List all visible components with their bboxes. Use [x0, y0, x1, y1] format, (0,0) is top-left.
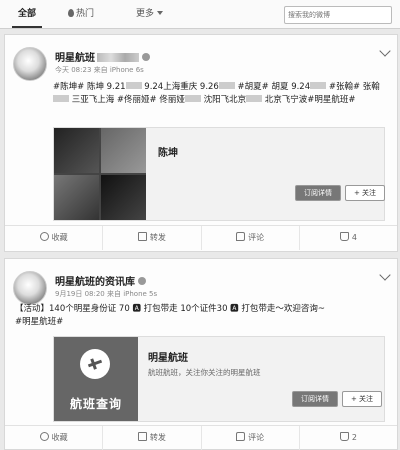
search-box[interactable]: [284, 6, 392, 24]
tab-hot[interactable]: 热门: [68, 0, 94, 28]
like-count: 2: [351, 433, 357, 442]
image-caption: 航班查询: [69, 397, 122, 411]
follow-button[interactable]: + 关注: [345, 185, 385, 201]
star-icon: [39, 232, 49, 241]
text-part: 沈阳飞北京: [203, 95, 247, 105]
text-part: 9.24上海重庆 9.26: [144, 82, 219, 92]
preview-description: 航班航班，关注你关注的明星航班: [148, 368, 261, 377]
blur-mark: [246, 95, 263, 102]
blur-mark: [184, 95, 201, 102]
blur-mark: [218, 82, 235, 89]
text-part: #胡夏# 胡夏 9.24: [237, 82, 311, 92]
verified-icon: [138, 277, 146, 285]
action-bar: 收藏 转发 评论 2: [5, 425, 397, 450]
caret-down-icon: [157, 11, 164, 15]
photo-tile: [54, 175, 99, 220]
post-text: 【活动】140个明星身份证 70 🅰 打包带走 10个证件30 🅰 打包带走～欢…: [15, 303, 385, 329]
airplane-icon: [87, 359, 103, 368]
forward-label: 转发: [149, 233, 166, 242]
verified-icon: [142, 53, 150, 61]
tab-more[interactable]: 更多: [136, 0, 164, 28]
forward-label: 转发: [149, 433, 166, 442]
text-part: 三亚飞上海 #佟丽娅# 佟丽娅: [71, 95, 185, 105]
post-text: #陈坤# 陈坤 9.21 9.24上海重庆 9.26 #胡夏# 胡夏 9.24 …: [53, 81, 385, 107]
share-icon: [137, 232, 147, 241]
follow-button[interactable]: + 关注: [342, 391, 382, 407]
favorite-button[interactable]: 收藏: [5, 426, 104, 450]
blurred-name: [97, 53, 139, 62]
hashtag-link[interactable]: 北京飞宁波#明星航班#: [265, 95, 356, 105]
detail-button[interactable]: 订阅详情: [295, 185, 341, 201]
username-text: 明星航班: [55, 53, 95, 64]
favorite-label: 收藏: [51, 233, 68, 242]
username-text: 明星航班的资讯库: [55, 277, 135, 288]
preview-title: 明星航班: [148, 353, 188, 364]
post-meta: 今天 08:23 来自 iPhone 6s: [55, 66, 144, 74]
post-text-line: 【活动】140个明星身份证 70 🅰 打包带走 10个证件30 🅰 打包带走～欢…: [15, 304, 326, 314]
comment-icon: [236, 432, 246, 441]
forward-button[interactable]: 转发: [103, 426, 202, 450]
comment-icon: [236, 232, 246, 241]
like-button[interactable]: 4: [300, 226, 397, 250]
preview-title: 陈坤: [158, 148, 178, 159]
post-meta: 9月19日 08:20 来自 iPhone 5s: [55, 290, 158, 298]
favorite-label: 收藏: [51, 433, 68, 442]
comment-label: 评论: [248, 233, 265, 242]
search-input[interactable]: [285, 7, 391, 23]
text-part: #张翰# 张翰: [328, 82, 380, 92]
favorite-button[interactable]: 收藏: [5, 226, 104, 250]
post-username[interactable]: 明星航班: [55, 49, 150, 64]
thumbs-up-icon: [339, 232, 349, 241]
comment-button[interactable]: 评论: [202, 226, 300, 250]
like-button[interactable]: 2: [300, 426, 397, 450]
plane-badge: [80, 349, 110, 379]
hashtag-link[interactable]: #明星航班#: [15, 316, 385, 329]
share-icon: [137, 432, 147, 441]
photo-tile: [54, 128, 99, 173]
blur-mark: [310, 82, 327, 89]
tab-hot-label: 热门: [76, 9, 95, 19]
photo-tile: [101, 128, 146, 173]
detail-button[interactable]: 订阅详情: [292, 391, 338, 407]
avatar[interactable]: [13, 271, 47, 305]
text-part: #陈坤# 陈坤 9.21: [53, 82, 126, 92]
comment-label: 评论: [248, 433, 265, 442]
fire-icon: [68, 9, 74, 17]
post-username[interactable]: 明星航班的资讯库: [55, 273, 146, 288]
post-card: 明星航班的资讯库 9月19日 08:20 来自 iPhone 5s 【活动】14…: [4, 258, 398, 450]
action-bar: 收藏 转发 评论 4: [5, 225, 397, 250]
forward-button[interactable]: 转发: [103, 226, 202, 250]
chevron-down-icon[interactable]: [379, 45, 391, 57]
chevron-down-icon[interactable]: [379, 269, 391, 281]
tab-all-label: 全部: [18, 9, 37, 19]
avatar[interactable]: [13, 47, 47, 81]
star-icon: [39, 432, 49, 441]
photo-tile: [101, 175, 146, 220]
thumbs-up-icon: [339, 432, 349, 441]
tab-all[interactable]: 全部: [11, 0, 43, 28]
preview-image: [54, 128, 146, 220]
comment-button[interactable]: 评论: [202, 426, 300, 450]
post-card: 明星航班 今天 08:23 来自 iPhone 6s #陈坤# 陈坤 9.21 …: [4, 34, 398, 252]
link-preview[interactable]: 陈坤: [53, 127, 385, 221]
like-count: 4: [351, 233, 357, 242]
link-preview[interactable]: 航班查询 明星航班 航班航班，关注你关注的明星航班 订阅详情 + 关注: [53, 336, 385, 422]
blur-mark: [53, 95, 69, 102]
blur-mark: [125, 82, 142, 89]
preview-image: 航班查询: [54, 337, 138, 421]
tab-more-label: 更多: [136, 9, 155, 19]
top-nav: 全部 热门 更多: [0, 0, 400, 29]
